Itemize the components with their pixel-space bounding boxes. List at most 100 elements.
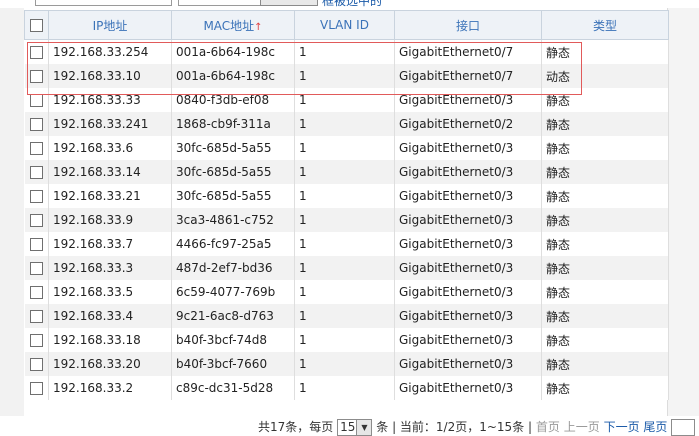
- type-cell: 静态: [541, 208, 669, 232]
- row-checkbox-cell[interactable]: [24, 376, 49, 400]
- mac-cell: 30fc-685d-5a55: [171, 184, 295, 208]
- type-cell: 静态: [541, 136, 669, 160]
- row-checkbox-cell[interactable]: [24, 352, 49, 376]
- vlan-cell: 1: [294, 304, 395, 328]
- row-checkbox[interactable]: [29, 238, 43, 251]
- select-all-checkbox[interactable]: [30, 19, 43, 32]
- row-checkbox-cell[interactable]: [24, 160, 49, 184]
- table-row[interactable]: 192.168.33.2 c89c-dc31-5d28 1 GigabitEthern…: [24, 376, 669, 400]
- row-checkbox-cell[interactable]: [24, 280, 49, 304]
- mac-cell: 3ca3-4861-c752: [171, 208, 295, 232]
- type-cell: 静态: [541, 376, 669, 400]
- row-checkbox-cell[interactable]: [24, 328, 49, 352]
- col-mac-header[interactable]: MAC地址↑: [171, 10, 295, 40]
- col-ip-label: IP地址: [92, 18, 128, 33]
- ip-cell: 192.168.33.4: [48, 304, 172, 328]
- interface-cell: GigabitEthernet0/7: [394, 64, 542, 88]
- table-row[interactable]: 192.168.33.33 0840-f3db-ef08 1 GigabitEther…: [24, 88, 669, 112]
- interface-cell: GigabitEthernet0/3: [394, 184, 542, 208]
- vlan-cell: 1: [294, 256, 395, 280]
- row-checkbox[interactable]: [29, 118, 43, 131]
- mac-cell: 6c59-4077-769b: [171, 280, 295, 304]
- row-checkbox[interactable]: [29, 358, 43, 371]
- mac-cell: 1868-cb9f-311a: [171, 112, 295, 136]
- filter-input[interactable]: [35, 0, 172, 6]
- col-ip-header[interactable]: IP地址: [48, 10, 172, 40]
- mac-cell: 30fc-685d-5a55: [171, 160, 295, 184]
- row-checkbox-cell[interactable]: [24, 64, 49, 88]
- row-checkbox-cell[interactable]: [24, 112, 49, 136]
- row-checkbox[interactable]: [29, 166, 43, 179]
- row-checkbox[interactable]: [29, 262, 43, 275]
- row-checkbox[interactable]: [29, 190, 43, 203]
- table-row[interactable]: 192.168.33.3 487d-2ef7-bd36 1 GigabitEthern…: [24, 256, 669, 280]
- table-row[interactable]: 192.168.33.5 6c59-4077-769b 1 GigabitEthern…: [24, 280, 669, 304]
- type-cell: 静态: [541, 39, 669, 64]
- row-checkbox-cell[interactable]: [24, 39, 49, 64]
- mac-cell: 487d-2ef7-bd36: [171, 256, 295, 280]
- col-interface-label: 接口: [455, 18, 480, 33]
- vlan-cell: 1: [294, 280, 395, 304]
- row-checkbox-cell[interactable]: [24, 88, 49, 112]
- interface-cell: GigabitEthernet0/3: [394, 232, 542, 256]
- row-checkbox-cell[interactable]: [24, 208, 49, 232]
- vlan-cell: 1: [294, 88, 395, 112]
- mac-cell: 30fc-685d-5a55: [171, 136, 295, 160]
- interface-cell: GigabitEthernet0/2: [394, 112, 542, 136]
- row-checkbox-cell[interactable]: [24, 184, 49, 208]
- select-all-header[interactable]: [24, 10, 49, 40]
- row-checkbox-cell[interactable]: [24, 232, 49, 256]
- vlan-cell: 1: [294, 64, 395, 88]
- row-checkbox[interactable]: [29, 382, 43, 395]
- search-button[interactable]: [260, 0, 318, 6]
- interface-cell: GigabitEthernet0/3: [394, 136, 542, 160]
- row-checkbox[interactable]: [29, 94, 43, 107]
- type-cell: 静态: [541, 256, 669, 280]
- col-type-header[interactable]: 类型: [541, 10, 669, 40]
- arp-table: IP地址 MAC地址↑ VLAN ID 接口 类型 192.168.33.254…: [24, 10, 669, 400]
- interface-cell: GigabitEthernet0/3: [394, 352, 542, 376]
- row-checkbox[interactable]: [29, 286, 43, 299]
- table-row[interactable]: 192.168.33.9 3ca3-4861-c752 1 GigabitEthern…: [24, 208, 669, 232]
- row-checkbox[interactable]: [29, 310, 43, 323]
- table-row[interactable]: 192.168.33.4 9c21-6ac8-d763 1 GigabitEthern…: [24, 304, 669, 328]
- row-checkbox[interactable]: [29, 70, 43, 83]
- row-checkbox[interactable]: [29, 334, 43, 347]
- table-row[interactable]: 192.168.33.21 30fc-685d-5a55 1 GigabitEther…: [24, 184, 669, 208]
- table-row[interactable]: 192.168.33.10 001a-6b64-198c 1 GigabitEther…: [24, 64, 669, 88]
- table-row[interactable]: 192.168.33.254 001a-6b64-198c 1 GigabitEthe…: [24, 39, 669, 64]
- row-checkbox-cell[interactable]: [24, 304, 49, 328]
- table-row[interactable]: 192.168.33.20 b40f-3bcf-7660 1 GigabitEther…: [24, 352, 669, 376]
- row-checkbox-cell[interactable]: [24, 256, 49, 280]
- selected-link[interactable]: 框被选中的: [322, 0, 382, 8]
- vlan-cell: 1: [294, 376, 395, 400]
- table-row[interactable]: 192.168.33.18 b40f-3bcf-74d8 1 GigabitEther…: [24, 328, 669, 352]
- mac-cell: 0840-f3db-ef08: [171, 88, 295, 112]
- type-cell: 静态: [541, 112, 669, 136]
- mac-cell: 4466-fc97-25a5: [171, 232, 295, 256]
- table-row[interactable]: 192.168.33.7 4466-fc97-25a5 1 GigabitEthern…: [24, 232, 669, 256]
- col-interface-header[interactable]: 接口: [394, 10, 542, 40]
- type-cell: 静态: [541, 160, 669, 184]
- table-row[interactable]: 192.168.33.241 1868-cb9f-311a 1 GigabitEthe…: [24, 112, 669, 136]
- page-size-select[interactable]: 15 ▼: [337, 419, 373, 436]
- row-checkbox[interactable]: [29, 142, 43, 155]
- ip-cell: 192.168.33.254: [48, 39, 172, 64]
- right-scroll-area[interactable]: [667, 8, 699, 416]
- mac-cell: 9c21-6ac8-d763: [171, 304, 295, 328]
- row-checkbox-cell[interactable]: [24, 136, 49, 160]
- table-row[interactable]: 192.168.33.6 30fc-685d-5a55 1 GigabitEthern…: [24, 136, 669, 160]
- row-checkbox[interactable]: [29, 46, 43, 59]
- row-checkbox[interactable]: [29, 214, 43, 227]
- vlan-cell: 1: [294, 208, 395, 232]
- col-vlan-header[interactable]: VLAN ID: [294, 10, 395, 40]
- ip-cell: 192.168.33.5: [48, 280, 172, 304]
- goto-page-input[interactable]: [671, 419, 696, 436]
- mac-cell: b40f-3bcf-7660: [171, 352, 295, 376]
- interface-cell: GigabitEthernet0/3: [394, 376, 542, 400]
- vlan-cell: 1: [294, 112, 395, 136]
- type-cell: 静态: [541, 232, 669, 256]
- col-mac-label: MAC地址: [203, 18, 255, 33]
- table-row[interactable]: 192.168.33.14 30fc-685d-5a55 1 GigabitEther…: [24, 160, 669, 184]
- type-cell: 静态: [541, 88, 669, 112]
